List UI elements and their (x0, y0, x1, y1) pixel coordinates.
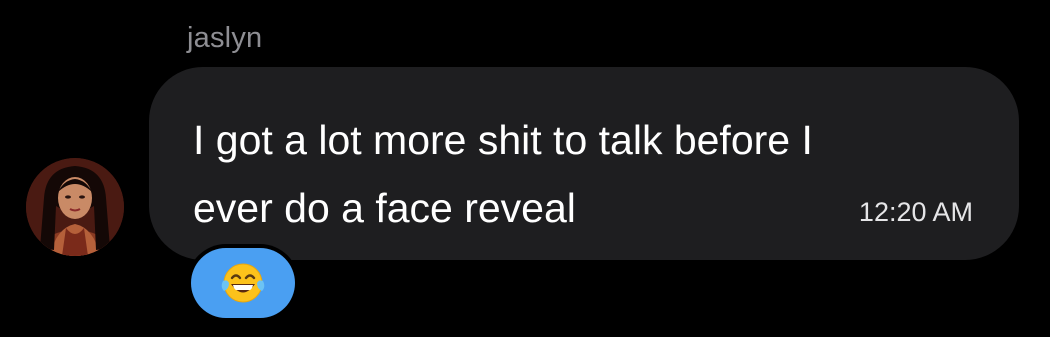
avatar-photo-icon (26, 158, 124, 256)
chat-thread: jaslyn I got a lot more shit to talk bef… (0, 0, 1050, 337)
reaction-pill[interactable] (191, 248, 295, 318)
sender-name: jaslyn (187, 22, 263, 54)
sender-avatar[interactable] (26, 158, 124, 256)
face-with-tears-of-joy-icon (221, 263, 265, 303)
reaction-badge[interactable] (187, 244, 299, 322)
message-timestamp: 12:20 AM (858, 197, 973, 227)
